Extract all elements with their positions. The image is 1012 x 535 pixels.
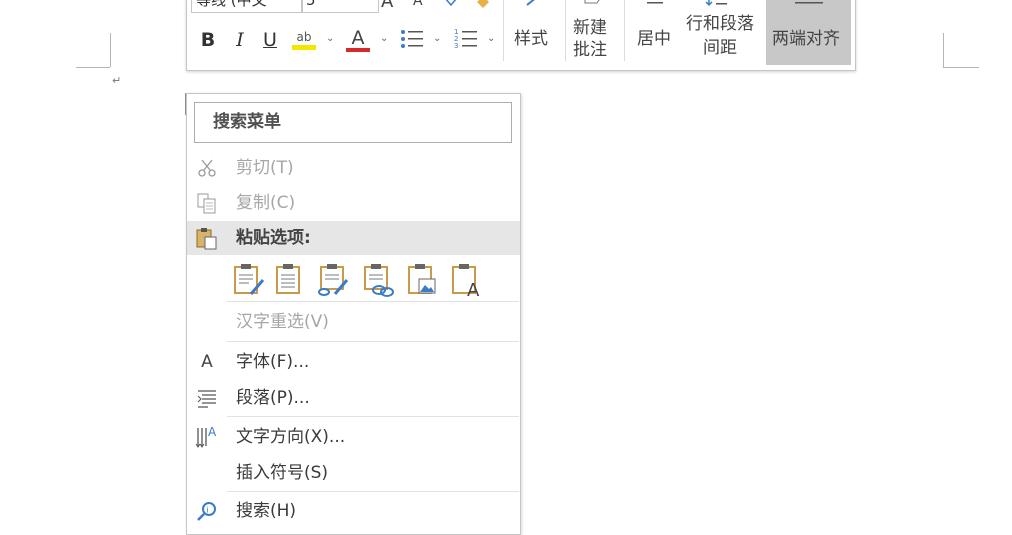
italic-button[interactable]: I — [229, 25, 251, 55]
menu-item-font-label: 字体(F)... — [236, 352, 310, 372]
highlight-dropdown-chevron-icon[interactable]: ⌄ — [326, 33, 334, 44]
menu-separator — [227, 301, 519, 302]
highlight-color-bar — [292, 45, 316, 50]
copy-icon — [195, 193, 219, 214]
styles-icon — [526, 0, 535, 6]
justify-icon — [795, 2, 823, 4]
bold-button[interactable]: B — [197, 25, 219, 55]
toolbar-separator — [503, 0, 504, 61]
new-comment-button[interactable]: 新建 批注 — [569, 0, 621, 61]
menu-item-search-label: 搜索(H) — [236, 501, 297, 521]
search-icon: i — [195, 501, 219, 521]
bullets-button[interactable] — [399, 27, 425, 51]
paste-option-use-destination-styles[interactable] — [317, 262, 351, 298]
text-direction-icon: A — [195, 424, 219, 450]
margin-corner-mark-right-h — [943, 67, 979, 68]
paste-destination-styles-icon — [318, 264, 349, 296]
menu-separator — [227, 491, 519, 492]
context-menu: 搜索菜单 剪切(T) 复制(C) 粘贴选项: A 汉字重选(V) A 字体(F)… — [186, 93, 521, 535]
grow-font-button[interactable]: A — [381, 0, 393, 12]
menu-item-reconversion-label: 汉字重选(V) — [236, 312, 329, 332]
new-comment-label-2: 批注 — [573, 40, 607, 60]
paste-options-header: 粘贴选项: — [236, 228, 311, 248]
styles-button[interactable]: 样式 — [509, 0, 561, 61]
underline-button[interactable]: U — [259, 25, 281, 55]
paragraph-icon — [195, 388, 219, 408]
align-center-icon — [647, 2, 663, 4]
phonetic-guide-icon[interactable] — [443, 0, 459, 7]
menu-item-insert-symbol[interactable]: 插入符号(S) — [187, 456, 520, 490]
paste-option-keep-text-only[interactable]: A — [451, 262, 485, 301]
menu-item-paragraph-label: 段落(P)... — [236, 388, 310, 408]
numbering-dropdown-chevron-icon[interactable]: ⌄ — [487, 33, 495, 44]
paste-option-picture[interactable] — [407, 262, 441, 298]
line-spacing-button[interactable]: 行和段落 间距 — [683, 0, 761, 61]
svg-text:A: A — [208, 425, 217, 439]
menu-item-copy-label: 复制(C) — [236, 193, 296, 213]
menu-item-paste-options: 粘贴选项: — [187, 221, 520, 255]
mini-toolbar: 等线 (中文 5 A A B I U ab ⌄ A ⌄ ⌄ 1 2 3 ⌄ 样式… — [186, 0, 856, 71]
paste-option-keep-source-formatting[interactable] — [233, 262, 267, 298]
justify-button[interactable]: 两端对齐 — [766, 0, 851, 65]
paste-keep-source-formatting-icon — [234, 264, 265, 295]
line-spacing-icon — [705, 0, 727, 7]
line-spacing-label-1: 行和段落 — [686, 14, 754, 34]
menu-item-search[interactable]: i 搜索(H) — [187, 494, 520, 528]
search-menu-input[interactable]: 搜索菜单 — [194, 102, 512, 143]
font-color-icon: A — [351, 27, 365, 49]
menu-item-font[interactable]: A 字体(F)... — [187, 345, 520, 379]
font-size-field[interactable]: 5 — [301, 0, 379, 13]
paste-merge-formatting-icon — [276, 264, 300, 294]
menu-item-cut[interactable]: 剪切(T) — [187, 151, 520, 185]
menu-item-copy[interactable]: 复制(C) — [187, 186, 520, 220]
font-color-dropdown-chevron-icon[interactable]: ⌄ — [380, 33, 388, 44]
menu-item-insert-symbol-label: 插入符号(S) — [236, 463, 329, 483]
bullets-icon — [401, 30, 423, 48]
paste-text-only-icon: A — [452, 264, 480, 301]
numbering-button[interactable]: 1 2 3 — [453, 27, 479, 51]
menu-item-paragraph[interactable]: 段落(P)... — [187, 381, 520, 415]
margin-corner-mark-left — [110, 33, 111, 67]
font-name-field[interactable]: 等线 (中文 — [191, 0, 303, 13]
toolbar-separator — [565, 0, 566, 61]
styles-label: 样式 — [514, 29, 548, 49]
margin-corner-mark-right — [943, 33, 944, 67]
line-spacing-label-2: 间距 — [703, 38, 737, 58]
clear-formatting-icon[interactable] — [475, 0, 491, 8]
svg-text:A: A — [467, 280, 480, 298]
comment-icon — [584, 0, 600, 4]
paste-icon — [195, 228, 219, 250]
menu-separator — [227, 416, 519, 417]
menu-item-reconversion[interactable]: 汉字重选(V) — [187, 305, 520, 339]
svg-text:i: i — [207, 506, 209, 515]
menu-item-text-direction-label: 文字方向(X)... — [236, 427, 346, 447]
justify-label: 两端对齐 — [772, 29, 840, 49]
toolbar-separator — [624, 0, 625, 61]
paste-picture-icon — [408, 264, 436, 294]
center-button[interactable]: 居中 — [629, 0, 681, 61]
paragraph-mark: ↵ — [112, 74, 122, 87]
highlight-color-button[interactable]: ab — [289, 25, 319, 55]
shrink-font-button[interactable]: A — [413, 0, 423, 9]
svg-text:3: 3 — [454, 42, 458, 50]
bullets-dropdown-chevron-icon[interactable]: ⌄ — [433, 33, 441, 44]
font-color-button[interactable]: A — [343, 25, 373, 55]
paste-option-merge-formatting[interactable] — [275, 262, 309, 298]
numbering-icon: 1 2 3 — [454, 28, 477, 50]
highlight-icon: ab — [296, 30, 312, 44]
font-icon: A — [201, 352, 213, 372]
margin-corner-mark-left-h — [76, 67, 110, 68]
search-menu-placeholder: 搜索菜单 — [213, 112, 281, 132]
menu-separator — [227, 341, 519, 342]
menu-item-text-direction[interactable]: A 文字方向(X)... — [187, 420, 520, 454]
font-color-bar — [346, 48, 370, 52]
center-label: 居中 — [637, 29, 671, 49]
new-comment-label-1: 新建 — [573, 18, 607, 38]
scissors-icon — [195, 158, 219, 178]
paste-option-link-and-keep-formatting[interactable] — [363, 262, 397, 298]
paste-link-icon — [364, 264, 394, 297]
menu-item-cut-label: 剪切(T) — [236, 158, 294, 178]
